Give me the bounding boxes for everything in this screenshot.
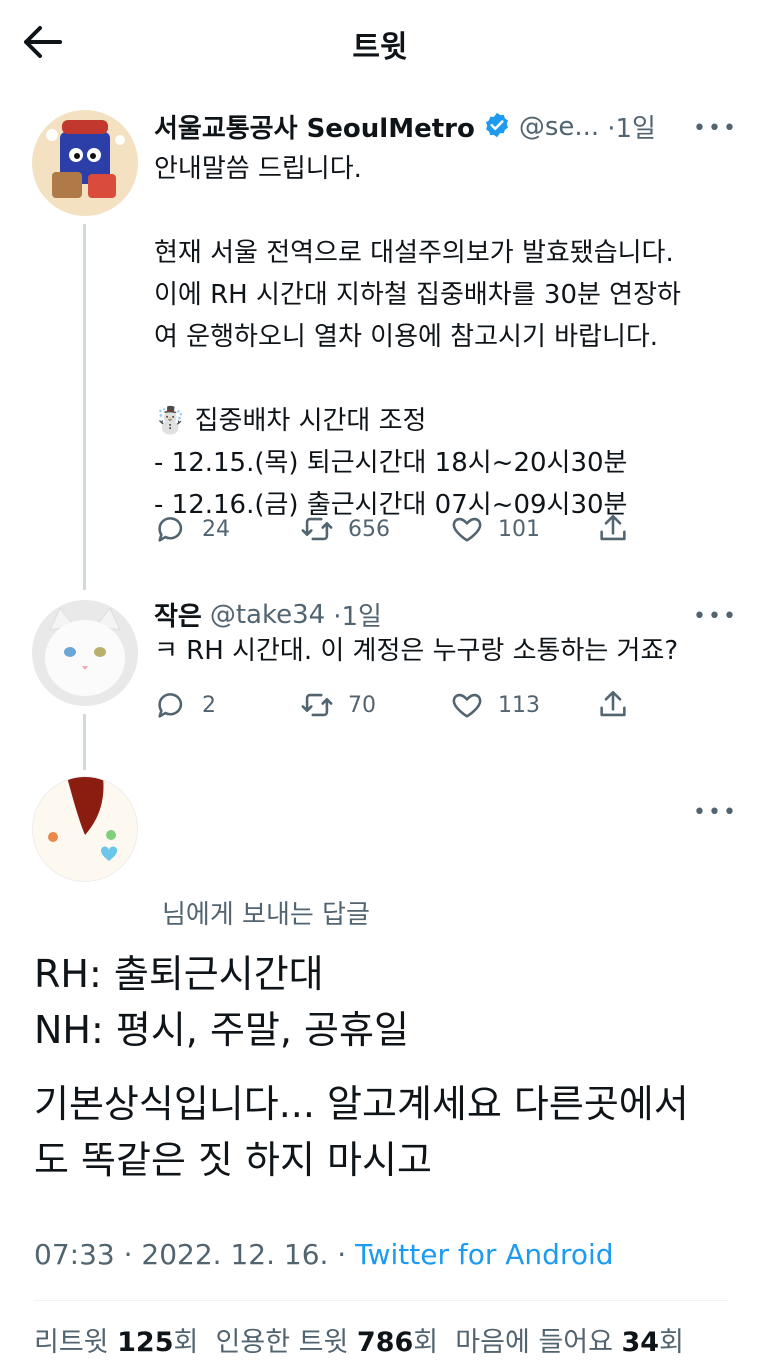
share-button[interactable] (596, 688, 630, 722)
reply-icon (158, 693, 183, 718)
tweet-time[interactable]: ·1일 (333, 596, 382, 633)
verified-badge-icon (483, 111, 511, 143)
tweet1-header: 서울교통공사 SeoulMetro @se... ·1일 (154, 108, 656, 145)
reply-count: 2 (202, 692, 216, 718)
more-options-icon[interactable]: ••• (693, 604, 738, 629)
thread-line (83, 714, 86, 770)
reply-icon (158, 517, 183, 542)
tweet2-actions: 2 70 113 (154, 688, 634, 728)
retweet-count: 70 (348, 692, 376, 718)
page-title: 트윗 (352, 30, 408, 65)
like-button[interactable]: 113 (450, 688, 540, 722)
tweet2-header: 작은 @take34 ·1일 (154, 596, 382, 633)
reply-to-label[interactable]: 님에게 보내는 답글 (162, 894, 370, 931)
like-button[interactable]: 101 (450, 512, 540, 546)
reply-author-avatar[interactable] (32, 776, 138, 882)
like-count: 101 (498, 516, 540, 542)
share-icon (600, 514, 626, 541)
reply-button[interactable]: 24 (154, 512, 230, 546)
engagement-stats: 리트윗 125회 인용한 트윗 786회 마음에 들어요 34회 (34, 1320, 684, 1359)
main-text-line3: 기본상식입니다... 알고계세요 다른곳에서 (34, 1082, 689, 1126)
author-handle[interactable]: @se... (519, 112, 599, 142)
author-name[interactable]: 서울교통공사 SeoulMetro (154, 108, 475, 145)
seoulmetro-avatar[interactable] (32, 110, 138, 216)
retweet-button[interactable]: 656 (300, 512, 390, 546)
like-count: 113 (498, 692, 540, 718)
quotes-stat[interactable]: 인용한 트윗 786회 (216, 1327, 439, 1358)
reply-count: 24 (202, 516, 230, 542)
timestamp[interactable]: 07:33 · 2022. 12. 16. · (34, 1238, 355, 1271)
client-link[interactable]: Twitter for Android (355, 1238, 613, 1271)
author-handle[interactable]: @take34 (210, 600, 325, 630)
retweet-count: 656 (348, 516, 390, 542)
retweet-icon (301, 517, 333, 541)
main-text-line1: RH: 출퇴근시간대 (34, 952, 324, 996)
tweet2-text: ㅋ RH 시간대. 이 계정은 누구랑 소통하는 거죠? (154, 636, 679, 666)
heart-icon (452, 517, 482, 542)
thread-line (83, 224, 86, 590)
top-bar: 트윗 (0, 0, 760, 88)
retweet-icon (301, 693, 333, 717)
retweets-stat[interactable]: 리트윗 125회 (34, 1327, 198, 1358)
divider (34, 1300, 728, 1301)
retweet-button[interactable]: 70 (300, 688, 376, 722)
tweet1-actions: 24 656 101 (154, 512, 634, 552)
main-text-line2: NH: 평시, 주말, 공휴일 (34, 1008, 409, 1052)
main-text-line4: 도 똑같은 짓 하지 마시고 (34, 1138, 432, 1182)
share-icon (600, 690, 626, 717)
reply-button[interactable]: 2 (154, 688, 216, 722)
more-options-icon[interactable]: ••• (693, 800, 738, 825)
more-options-icon[interactable]: ••• (693, 116, 738, 141)
tweet-time[interactable]: ·1일 (607, 108, 656, 145)
tweet-meta: 07:33 · 2022. 12. 16. · Twitter for Andr… (34, 1238, 614, 1271)
likes-stat[interactable]: 마음에 들어요 34회 (455, 1327, 684, 1358)
author-name[interactable]: 작은 (154, 596, 202, 633)
tweet1-text: 안내말씀 드립니다. 현재 서울 전역으로 대설주의보가 발효됐습니다. 이에 … (154, 154, 681, 520)
take34-avatar[interactable] (32, 600, 138, 706)
heart-icon (452, 693, 482, 718)
share-button[interactable] (596, 512, 630, 546)
